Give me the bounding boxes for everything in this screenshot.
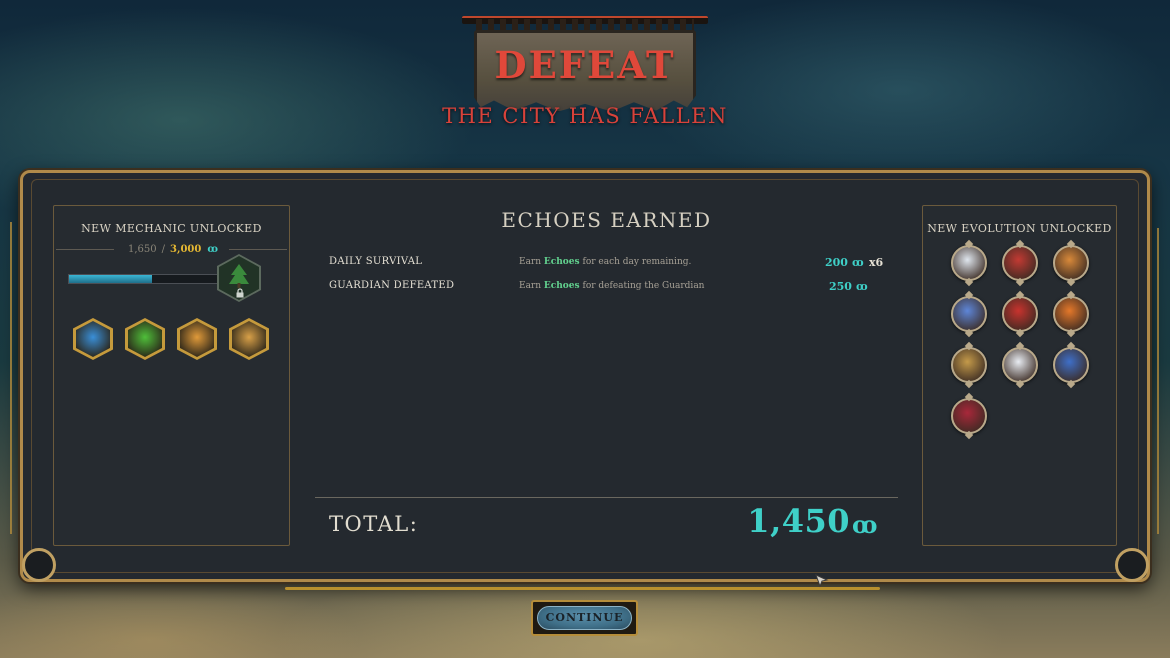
eye-icon[interactable] xyxy=(951,347,987,383)
total-label: TOTAL: xyxy=(329,512,419,536)
progress-separator: / xyxy=(161,244,166,255)
left-accent-line xyxy=(10,222,12,534)
reward-value: 200 ꝏ xyxy=(825,256,864,269)
frame-corner-ornament xyxy=(1115,548,1149,582)
reward-value: 250 ꝏ xyxy=(829,280,868,293)
reward-multiplier: x6 xyxy=(869,256,884,269)
tree-icon xyxy=(229,264,249,288)
red-feather-icon[interactable] xyxy=(1002,245,1038,281)
mechanic-progress-bar xyxy=(68,274,220,284)
reward-description: Earn Echoes for each day remaining. xyxy=(519,257,691,267)
defeat-title: DEFEAT xyxy=(494,43,676,87)
fist-icon-art xyxy=(232,321,266,357)
defeat-banner: DEFEAT xyxy=(462,16,708,112)
desc-prefix: Earn xyxy=(519,257,542,267)
crystal-icon-art xyxy=(76,321,110,357)
evolution-panel: NEW EVOLUTION UNLOCKED xyxy=(922,205,1117,546)
reward-row-guardian-defeated: GUARDIAN DEFEATED Earn Echoes for defeat… xyxy=(329,280,889,296)
continue-button[interactable]: CONTINUE xyxy=(531,600,638,636)
claw-marks-icon[interactable] xyxy=(1053,245,1089,281)
reward-amount: 250 xyxy=(829,280,852,293)
spark-icon-art xyxy=(180,321,214,357)
fist-icon[interactable] xyxy=(229,318,269,360)
desc-prefix: Earn xyxy=(519,281,542,291)
echo-currency-icon: ꝏ xyxy=(852,510,878,539)
desc-highlight: Echoes xyxy=(543,257,580,267)
progress-current: 1,650 xyxy=(128,244,157,255)
frame-corner-ornament xyxy=(22,548,56,582)
continue-label: CONTINUE xyxy=(537,606,632,630)
defeat-subtitle: THE CITY HAS FALLEN xyxy=(442,104,728,128)
desc-highlight: Echoes xyxy=(543,281,580,291)
reward-description: Earn Echoes for defeating the Guardian xyxy=(519,281,704,291)
wolf-claw-icon[interactable] xyxy=(951,245,987,281)
red-cloak-icon[interactable] xyxy=(951,398,987,434)
reward-label: DAILY SURVIVAL xyxy=(329,256,423,267)
total-divider xyxy=(315,497,898,498)
reward-row-daily-survival: DAILY SURVIVAL Earn Echoes for each day … xyxy=(329,256,889,272)
total-value: 1,450 xyxy=(747,502,850,540)
potion-icon-art xyxy=(128,321,162,357)
white-burst-icon[interactable] xyxy=(1002,347,1038,383)
echo-currency-icon: ꝏ xyxy=(851,256,864,269)
progress-target: 3,000 xyxy=(170,244,202,255)
crystal-icon[interactable] xyxy=(73,318,113,360)
mechanic-progress-text: 1,650 / 3,000 ꝏ xyxy=(54,244,289,258)
blue-diamond-icon[interactable] xyxy=(951,296,987,332)
fire-swirl-icon[interactable] xyxy=(1053,296,1089,332)
reward-amount: 200 xyxy=(825,256,848,269)
mechanic-progress-fill xyxy=(69,275,152,283)
mechanic-heading: NEW MECHANIC UNLOCKED xyxy=(81,222,262,235)
potion-icon[interactable] xyxy=(125,318,165,360)
lock-icon xyxy=(236,288,244,298)
desc-suffix: for defeating the Guardian xyxy=(582,281,705,291)
mouse-cursor-icon xyxy=(815,574,829,588)
echo-currency-icon: ꝏ xyxy=(855,280,868,293)
echo-currency-icon: ꝏ xyxy=(207,244,217,255)
right-accent-line xyxy=(1157,228,1159,534)
echoes-earned-title: ECHOES EARNED xyxy=(501,208,712,232)
red-slash-icon[interactable] xyxy=(1002,296,1038,332)
reward-label: GUARDIAN DEFEATED xyxy=(329,280,455,291)
bottom-accent-line xyxy=(285,587,880,590)
desc-suffix: for each day remaining. xyxy=(582,257,692,267)
banner-rings xyxy=(476,19,694,31)
mechanic-panel: NEW MECHANIC UNLOCKED 1,650 / 3,000 ꝏ xyxy=(53,205,290,546)
blue-boot-icon[interactable] xyxy=(1053,347,1089,383)
spark-icon[interactable] xyxy=(177,318,217,360)
evolution-heading: NEW EVOLUTION UNLOCKED xyxy=(927,222,1112,235)
